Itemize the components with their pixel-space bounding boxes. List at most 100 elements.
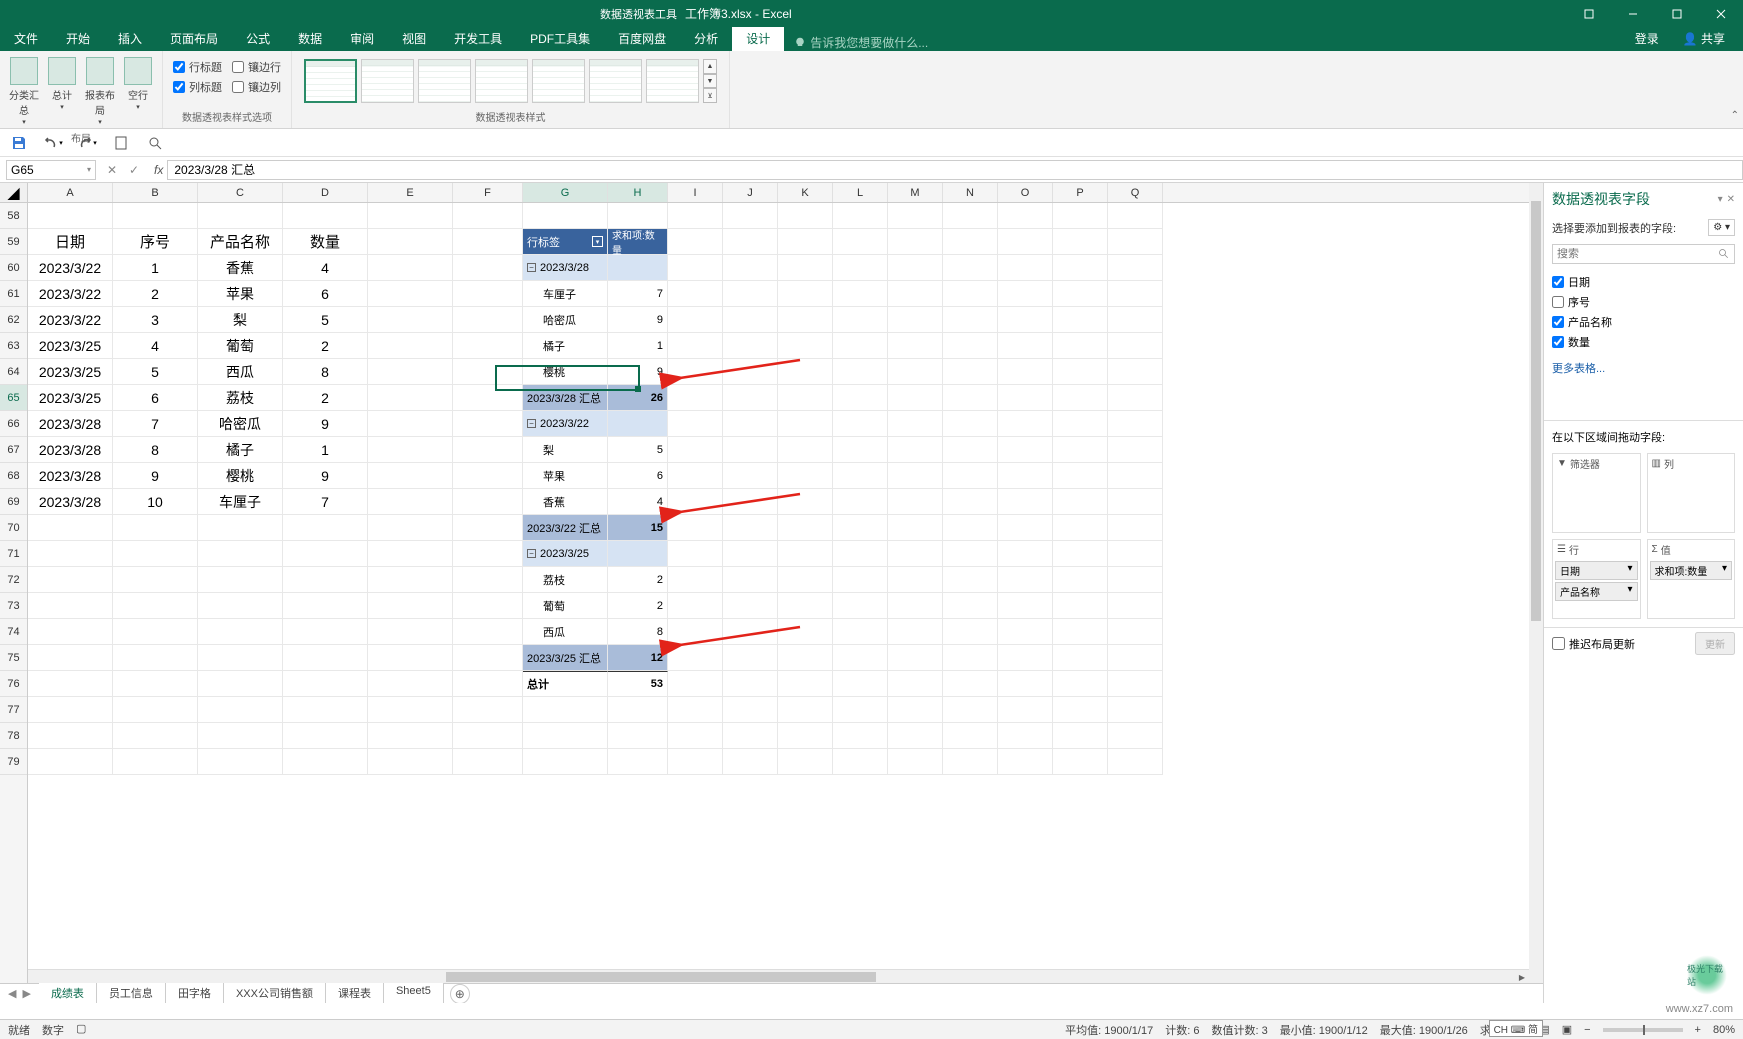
cell-O73[interactable] <box>998 593 1053 619</box>
col-header-N[interactable]: N <box>943 183 998 202</box>
cell-C62[interactable]: 梨 <box>198 307 283 333</box>
cell-C77[interactable] <box>198 697 283 723</box>
cell-O70[interactable] <box>998 515 1053 541</box>
cell-G67[interactable]: 梨 <box>523 437 608 463</box>
cell-O69[interactable] <box>998 489 1053 515</box>
cell-F67[interactable] <box>453 437 523 463</box>
row-header-63[interactable]: 63 <box>0 333 27 359</box>
cell-E79[interactable] <box>368 749 453 775</box>
cell-A67[interactable]: 2023/3/28 <box>28 437 113 463</box>
cell-K79[interactable] <box>778 749 833 775</box>
accept-formula-icon[interactable]: ✓ <box>124 163 144 177</box>
sheet-tab-5[interactable]: Sheet5 <box>384 983 444 1004</box>
tab-baidu[interactable]: 百度网盘 <box>604 26 680 51</box>
cell-E65[interactable] <box>368 385 453 411</box>
cell-G63[interactable]: 橘子 <box>523 333 608 359</box>
cell-P77[interactable] <box>1053 697 1108 723</box>
cell-H79[interactable] <box>608 749 668 775</box>
cell-P64[interactable] <box>1053 359 1108 385</box>
cell-J76[interactable] <box>723 671 778 697</box>
cell-O58[interactable] <box>998 203 1053 229</box>
cell-M78[interactable] <box>888 723 943 749</box>
col-header-O[interactable]: O <box>998 183 1053 202</box>
cell-D76[interactable] <box>283 671 368 697</box>
cell-H71[interactable] <box>608 541 668 567</box>
share-button[interactable]: 👤 共享 <box>1675 26 1733 51</box>
row-header-62[interactable]: 62 <box>0 307 27 333</box>
row-header-79[interactable]: 79 <box>0 749 27 775</box>
cell-P66[interactable] <box>1053 411 1108 437</box>
cell-H62[interactable]: 9 <box>608 307 668 333</box>
cell-C61[interactable]: 苹果 <box>198 281 283 307</box>
cell-P61[interactable] <box>1053 281 1108 307</box>
cell-D59[interactable]: 数量 <box>283 229 368 255</box>
cell-I63[interactable] <box>668 333 723 359</box>
cell-J77[interactable] <box>723 697 778 723</box>
row-header-70[interactable]: 70 <box>0 515 27 541</box>
cell-G74[interactable]: 西瓜 <box>523 619 608 645</box>
cell-P67[interactable] <box>1053 437 1108 463</box>
cell-A79[interactable] <box>28 749 113 775</box>
cell-J60[interactable] <box>723 255 778 281</box>
tab-pdf[interactable]: PDF工具集 <box>516 26 604 51</box>
cell-L62[interactable] <box>833 307 888 333</box>
cell-N67[interactable] <box>943 437 998 463</box>
cell-C70[interactable] <box>198 515 283 541</box>
col-header-Q[interactable]: Q <box>1108 183 1163 202</box>
cell-D68[interactable]: 9 <box>283 463 368 489</box>
cell-K73[interactable] <box>778 593 833 619</box>
cell-J58[interactable] <box>723 203 778 229</box>
cell-B62[interactable]: 3 <box>113 307 198 333</box>
cell-B63[interactable]: 4 <box>113 333 198 359</box>
cell-H70[interactable]: 15 <box>608 515 668 541</box>
cell-A64[interactable]: 2023/3/25 <box>28 359 113 385</box>
cell-A61[interactable]: 2023/3/22 <box>28 281 113 307</box>
cell-D78[interactable] <box>283 723 368 749</box>
rows-area[interactable]: ☰行 日期▾产品名称▾ <box>1552 539 1641 619</box>
cancel-formula-icon[interactable]: ✕ <box>102 163 122 177</box>
cell-C72[interactable] <box>198 567 283 593</box>
cell-E76[interactable] <box>368 671 453 697</box>
cell-L73[interactable] <box>833 593 888 619</box>
cell-P78[interactable] <box>1053 723 1108 749</box>
cell-F77[interactable] <box>453 697 523 723</box>
cell-N69[interactable] <box>943 489 998 515</box>
cell-C74[interactable] <box>198 619 283 645</box>
row-header-65[interactable]: 65 <box>0 385 27 411</box>
cell-O77[interactable] <box>998 697 1053 723</box>
redo-icon[interactable]: ▾ <box>76 132 98 154</box>
cell-J62[interactable] <box>723 307 778 333</box>
cell-G76[interactable]: 总计 <box>523 671 608 697</box>
cell-P74[interactable] <box>1053 619 1108 645</box>
values-area[interactable]: Σ值 求和项:数量▾ <box>1647 539 1736 619</box>
cell-A60[interactable]: 2023/3/22 <box>28 255 113 281</box>
cell-P71[interactable] <box>1053 541 1108 567</box>
cell-I65[interactable] <box>668 385 723 411</box>
sheet-tab-0[interactable]: 成绩表 <box>39 983 97 1004</box>
cell-B61[interactable]: 2 <box>113 281 198 307</box>
cell-C69[interactable]: 车厘子 <box>198 489 283 515</box>
cell-P68[interactable] <box>1053 463 1108 489</box>
cell-H64[interactable]: 9 <box>608 359 668 385</box>
cell-E74[interactable] <box>368 619 453 645</box>
cell-H61[interactable]: 7 <box>608 281 668 307</box>
cell-M72[interactable] <box>888 567 943 593</box>
cell-M60[interactable] <box>888 255 943 281</box>
cell-O59[interactable] <box>998 229 1053 255</box>
cell-C76[interactable] <box>198 671 283 697</box>
cell-E64[interactable] <box>368 359 453 385</box>
gallery-more-icon[interactable]: ⊻ <box>703 88 717 103</box>
cell-I66[interactable] <box>668 411 723 437</box>
cell-P69[interactable] <box>1053 489 1108 515</box>
cell-L71[interactable] <box>833 541 888 567</box>
cell-B74[interactable] <box>113 619 198 645</box>
cell-K75[interactable] <box>778 645 833 671</box>
cell-E77[interactable] <box>368 697 453 723</box>
row-header-77[interactable]: 77 <box>0 697 27 723</box>
columns-area[interactable]: ▥列 <box>1647 453 1736 533</box>
cell-Q63[interactable] <box>1108 333 1163 359</box>
cell-I74[interactable] <box>668 619 723 645</box>
cell-A74[interactable] <box>28 619 113 645</box>
cell-I78[interactable] <box>668 723 723 749</box>
cell-O76[interactable] <box>998 671 1053 697</box>
